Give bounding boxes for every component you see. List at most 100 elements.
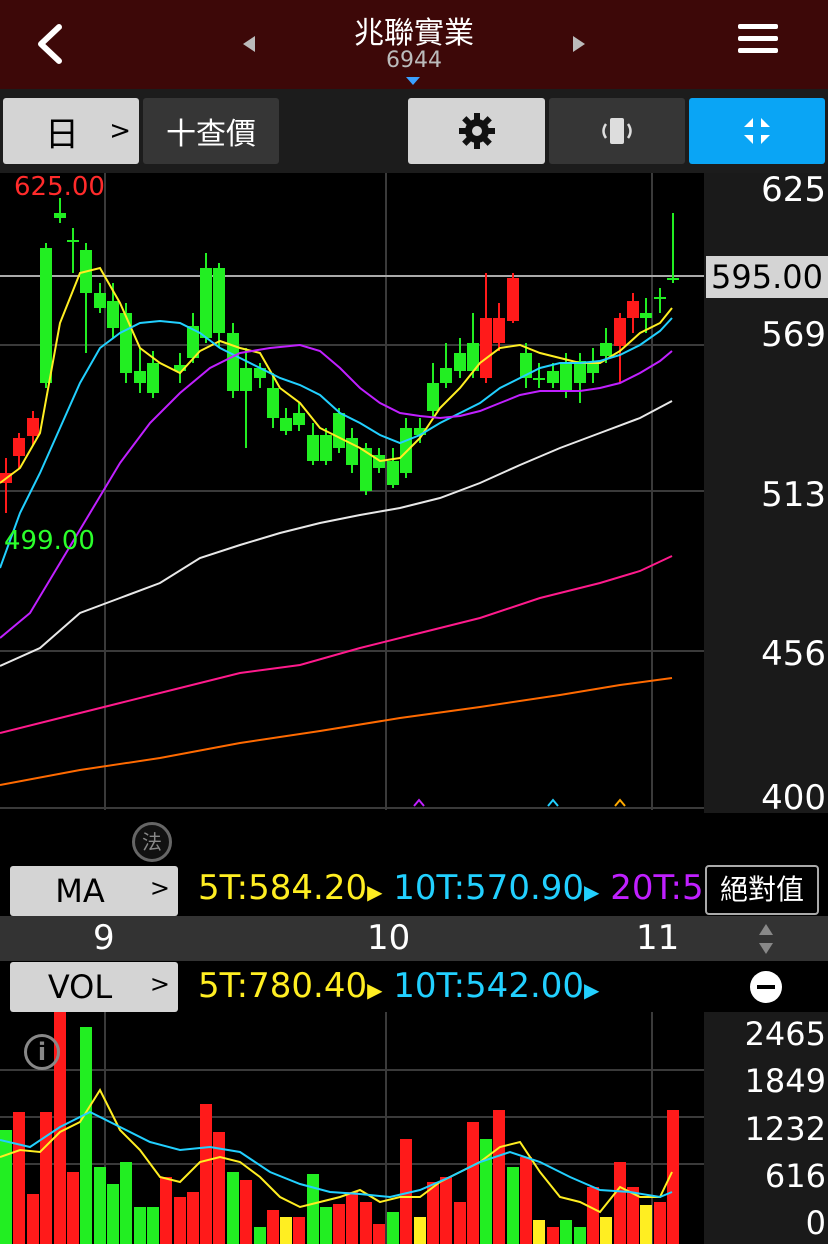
volume-bar: [373, 1224, 385, 1244]
candle-body: [387, 461, 399, 485]
volume-bar: [280, 1217, 292, 1244]
candle-body: [94, 293, 106, 308]
candle-body: [67, 240, 79, 242]
volume-bar: [307, 1174, 319, 1244]
candle-body: [667, 278, 679, 280]
volume-bar: [600, 1217, 612, 1244]
candle-body: [574, 361, 586, 383]
candle-body: [134, 371, 146, 383]
candle-body: [107, 301, 119, 328]
volume-bar: [120, 1162, 132, 1244]
candle-body: [293, 413, 305, 425]
volume-bar: [467, 1122, 479, 1244]
vol-10-value: 10T:542.00: [393, 966, 585, 1006]
ma-values: 5T:584.20▶ 10T:570.90▶ 20T:56: [198, 868, 702, 908]
candle-body: [147, 363, 159, 393]
vol-5-value: 5T:780.40: [198, 966, 368, 1006]
volume-bar: [94, 1167, 106, 1244]
volume-bar: [240, 1180, 252, 1244]
price-axis-label: 456: [761, 634, 826, 674]
volume-bar: [333, 1204, 345, 1244]
candle-body: [547, 371, 559, 383]
ma240-line: [0, 677, 673, 786]
chevron-right-icon: >: [149, 970, 170, 998]
volume-bar: [493, 1110, 505, 1244]
volume-bar: [80, 1027, 92, 1244]
vol-indicator-button[interactable]: VOL >: [10, 962, 178, 1012]
ma120-line: [0, 555, 673, 734]
volume-bar: [107, 1184, 119, 1244]
ma-20-value: 20T:56: [610, 868, 702, 908]
stock-name: 兆聯實業: [354, 16, 474, 51]
ma-10-value: 10T:570.90: [393, 868, 585, 908]
resize-handle-icon[interactable]: [757, 922, 775, 956]
volume-axis-label: 616: [764, 1157, 826, 1195]
volume-bar: [134, 1207, 146, 1244]
volume-bar: [187, 1192, 199, 1244]
volume-bar: [520, 1157, 532, 1244]
rotate-screen-icon: [602, 118, 632, 144]
signal-marker: [547, 798, 559, 807]
price-query-button[interactable]: 十查價: [143, 98, 279, 164]
volume-axis-label: 1232: [744, 1110, 826, 1148]
volume-bar: [13, 1112, 25, 1244]
date-strip: [0, 916, 828, 961]
volume-bar: [27, 1194, 39, 1244]
candle-body: [454, 353, 466, 371]
candle-body: [627, 301, 639, 318]
candle-body: [54, 213, 66, 218]
candle-body: [13, 438, 25, 456]
candle-body: [400, 428, 412, 473]
candle-body: [587, 363, 599, 373]
candle-body: [227, 333, 239, 391]
next-stock-arrow[interactable]: [573, 36, 585, 52]
volume-bar: [200, 1104, 212, 1244]
candle-body: [307, 435, 319, 461]
volume-bar: [533, 1220, 545, 1244]
volume-bar: [547, 1227, 559, 1244]
volume-bar: [440, 1177, 452, 1244]
volume-axis-label: 0: [805, 1204, 826, 1242]
collapse-button[interactable]: [689, 98, 825, 164]
remove-indicator-button[interactable]: [750, 971, 782, 1003]
vol-values: 5T:780.40▶ 10T:542.00▶: [198, 966, 600, 1006]
absolute-value-button[interactable]: 絕對值: [705, 865, 819, 915]
volume-bar: [293, 1217, 305, 1244]
price-axis-label: 513: [761, 475, 826, 515]
info-icon[interactable]: i: [24, 1034, 60, 1070]
volume-bar: [160, 1177, 172, 1244]
candle-body: [320, 435, 332, 461]
period-select-button[interactable]: 日 >: [3, 98, 139, 164]
volume-bar: [254, 1227, 266, 1244]
volume-bar: [560, 1220, 572, 1244]
stock-code: 6944: [386, 48, 442, 73]
ma-indicator-button[interactable]: MA >: [10, 866, 178, 916]
price-axis-label: 625: [761, 170, 826, 210]
dropdown-indicator-icon[interactable]: [406, 77, 420, 85]
signal-marker: [413, 798, 425, 807]
volume-bar: [654, 1202, 666, 1244]
candle-body: [427, 383, 439, 411]
volume-axis-label: 2465: [744, 1015, 826, 1053]
hamburger-menu-icon[interactable]: [738, 24, 778, 64]
candle-body: [654, 297, 666, 299]
institutional-badge[interactable]: 法: [132, 822, 172, 862]
candle-body: [267, 388, 279, 418]
low-price-label: 499.00: [4, 526, 95, 556]
volume-bar: [346, 1192, 358, 1244]
candle-body: [200, 268, 212, 338]
price-axis-label: 400: [761, 778, 826, 818]
candlestick-chart[interactable]: [0, 173, 828, 813]
volume-chart[interactable]: [0, 1012, 828, 1244]
candle-body: [560, 363, 572, 391]
volume-bar: [454, 1202, 466, 1244]
candle-body: [480, 318, 492, 378]
candle-body: [27, 418, 39, 436]
period-label: 日: [45, 114, 79, 155]
volume-bar: [0, 1130, 12, 1244]
volume-bar: [147, 1207, 159, 1244]
month-label: 11: [636, 918, 680, 958]
rotate-screen-button[interactable]: [549, 98, 685, 164]
ma-button-label: MA: [55, 872, 105, 910]
settings-button[interactable]: [408, 98, 545, 164]
